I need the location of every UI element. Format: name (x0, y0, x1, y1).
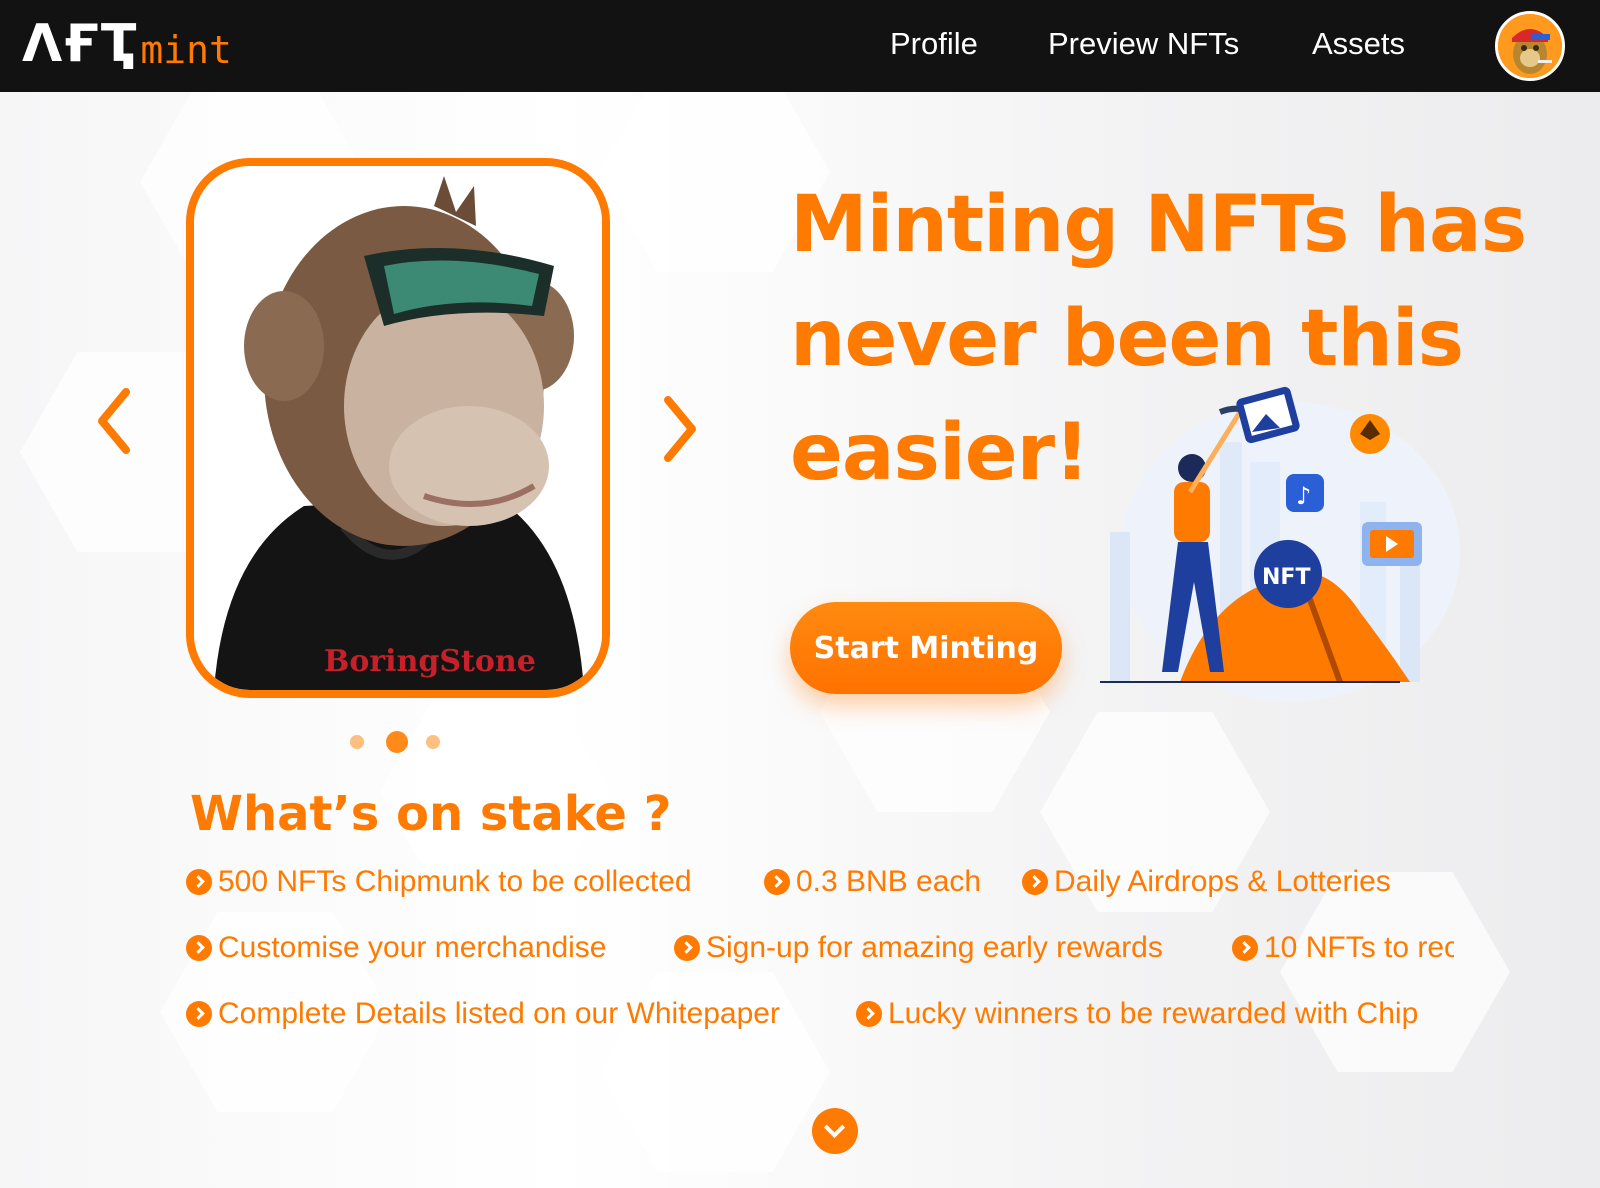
svg-text:NFT: NFT (1262, 565, 1310, 590)
stake-item: 0.3 BNB each (764, 862, 981, 902)
stake-row: 500 NFTs Chipmunk to be collected 0.3 BN… (186, 862, 1454, 902)
music-note-icon: ♪ (1286, 474, 1324, 512)
nav-link-preview-nfts[interactable]: Preview NFTs (1048, 22, 1239, 66)
arrow-circle-icon (674, 935, 700, 961)
nav-link-assets[interactable]: Assets (1312, 22, 1405, 66)
stake-item-text: Customise your merchandise (218, 931, 607, 964)
video-play-icon (1362, 522, 1422, 566)
stake-item: Customise your merchandise (186, 928, 607, 968)
carousel-next-button[interactable] (660, 394, 700, 464)
stake-list: 500 NFTs Chipmunk to be collected 0.3 BN… (186, 862, 1454, 1042)
nav-link-profile[interactable]: Profile (890, 22, 978, 66)
main-nav: Profile Preview NFTs Assets (0, 22, 1600, 66)
stake-item-text: 0.3 BNB each (796, 865, 982, 898)
nft-badge-icon: NFT (1254, 540, 1322, 608)
arrow-circle-icon (186, 869, 212, 895)
arrow-circle-icon (856, 1001, 882, 1027)
chevron-right-icon (664, 396, 696, 462)
carousel-dot-3[interactable] (426, 735, 440, 749)
ethereum-coin-icon (1350, 414, 1390, 454)
stake-item-text: Lucky winners to be rewarded with Chip (888, 997, 1419, 1030)
mining-illustration: NFT ♪ (1100, 382, 1460, 702)
stake-item-text: Sign-up for amazing early rewards (706, 931, 1163, 964)
start-minting-button[interactable]: Start Minting (790, 602, 1062, 694)
arrow-circle-icon (1232, 935, 1258, 961)
arrow-circle-icon (186, 1001, 212, 1027)
stake-section-title: What’s on stake ? (190, 786, 672, 842)
stake-item-text: Complete Details listed on our Whitepape… (218, 997, 780, 1030)
stake-item: Sign-up for amazing early rewards (674, 928, 1163, 968)
arrow-circle-icon (1022, 869, 1048, 895)
stake-item-text: 500 NFTs Chipmunk to be collected (218, 865, 692, 898)
stake-item-text: 10 NFTs to rec (1264, 931, 1454, 964)
chevron-left-icon (98, 388, 130, 454)
ape-avatar-icon (1498, 14, 1562, 78)
arrow-circle-icon (186, 935, 212, 961)
stake-item: Lucky winners to be rewarded with Chip (856, 994, 1418, 1034)
shirt-text: BoringStone (324, 644, 536, 679)
headline-line-1: Minting NFTs has (790, 180, 1527, 270)
stake-item: Daily Airdrops & Lotteries (1022, 862, 1391, 902)
stake-item: Complete Details listed on our Whitepape… (186, 994, 780, 1034)
carousel-dot-2-active[interactable] (386, 731, 408, 753)
carousel-nft-card[interactable]: BoringStone (186, 158, 610, 698)
stake-row: Complete Details listed on our Whitepape… (186, 994, 1454, 1034)
stake-item-text: Daily Airdrops & Lotteries (1054, 865, 1391, 898)
stake-item: 500 NFTs Chipmunk to be collected (186, 862, 692, 902)
headline-line-2: never been this (790, 294, 1464, 384)
stake-row: Customise your merchandise Sign-up for a… (186, 928, 1454, 968)
svg-text:♪: ♪ (1296, 482, 1311, 510)
top-navigation-bar: ɅҒҬ mint Profile Preview NFTs Assets (0, 0, 1600, 92)
ape-nft-image: BoringStone (194, 166, 602, 690)
carousel-prev-button[interactable] (94, 386, 134, 456)
scroll-down-button[interactable] (812, 1108, 858, 1154)
arrow-circle-icon (764, 869, 790, 895)
carousel-dot-1[interactable] (350, 735, 364, 749)
stake-item: 10 NFTs to rec (1232, 928, 1454, 968)
user-avatar[interactable] (1495, 11, 1565, 81)
